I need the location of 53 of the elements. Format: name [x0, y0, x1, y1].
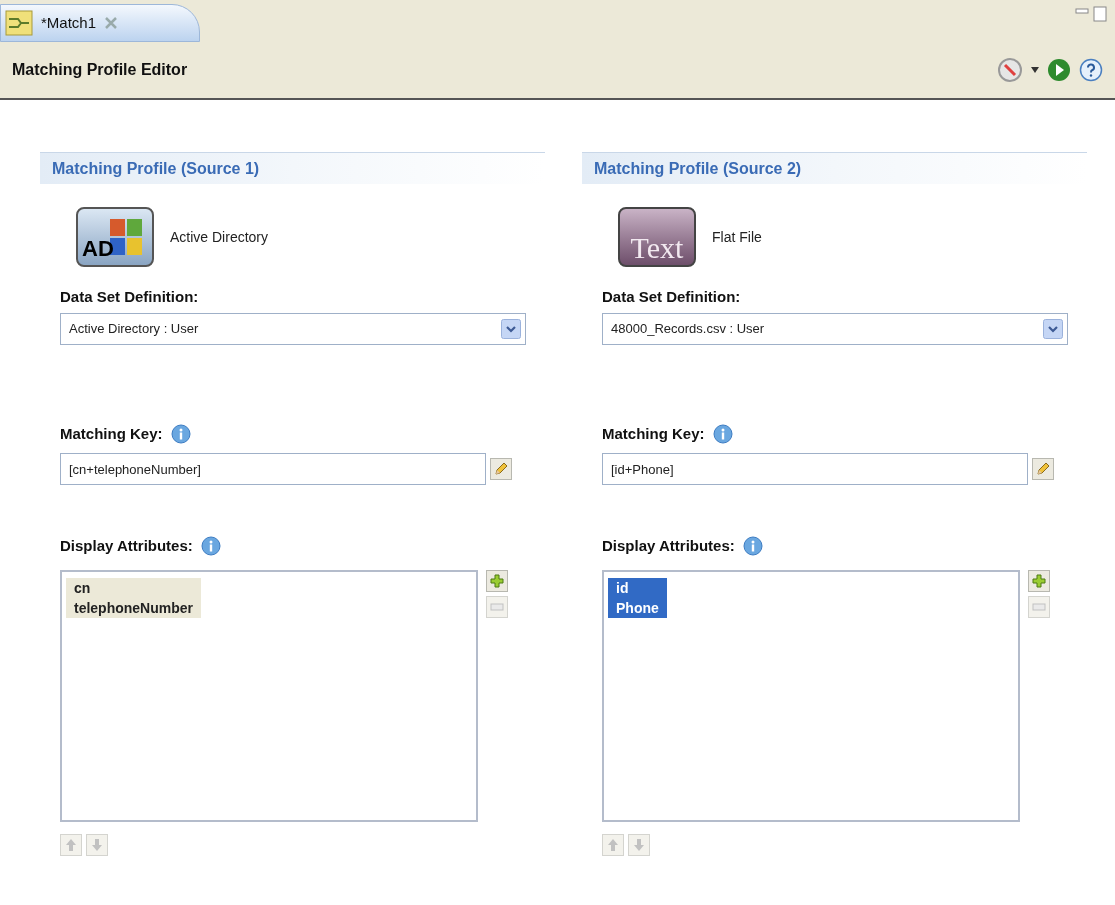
minus-icon — [490, 602, 504, 611]
dataset-dropdown[interactable]: Active Directory : User — [60, 312, 526, 345]
add-button[interactable] — [1028, 569, 1050, 592]
tab-title: *Match1 — [41, 12, 97, 33]
edit-button[interactable] — [1032, 458, 1054, 480]
attribute-item[interactable]: telephoneNumber — [66, 597, 201, 618]
matching-key-field[interactable]: [cn+telephoneNumber] — [60, 453, 486, 485]
attribute-item[interactable]: Phone — [608, 597, 667, 618]
source-name: Active Directory — [170, 227, 269, 247]
dataset-dropdown[interactable]: 48000_Records.csv : User — [602, 312, 1068, 345]
info-icon[interactable] — [742, 536, 763, 557]
editor-tab[interactable]: *Match1 — [0, 4, 200, 42]
editor-title: Matching Profile Editor — [12, 60, 188, 80]
info-icon[interactable] — [170, 423, 191, 444]
logo-text: Text — [630, 231, 684, 265]
source-name: Flat File — [712, 227, 762, 247]
close-icon[interactable] — [104, 16, 119, 30]
move-up-button[interactable] — [602, 833, 624, 856]
field-label: Display Attributes: — [602, 536, 735, 556]
move-down-button[interactable] — [628, 833, 650, 856]
field-label: Data Set Definition: — [60, 287, 200, 307]
up-arrow-icon — [65, 837, 77, 852]
attribute-item[interactable]: id — [608, 577, 667, 598]
run-icon[interactable] — [1047, 58, 1071, 82]
logo-text: AD — [82, 235, 114, 263]
up-arrow-icon — [607, 837, 619, 852]
plus-icon — [490, 573, 504, 588]
minimize-icon[interactable] — [1075, 6, 1089, 16]
field-label: Display Attributes: — [60, 536, 193, 556]
move-up-button[interactable] — [60, 833, 82, 856]
info-icon[interactable] — [200, 536, 221, 557]
attribute-item[interactable]: cn — [66, 577, 201, 598]
add-button[interactable] — [486, 569, 508, 592]
field-label: Matching Key: — [602, 423, 705, 444]
caret-icon[interactable] — [1031, 67, 1039, 73]
gauge-icon[interactable] — [997, 57, 1023, 83]
help-icon[interactable] — [1079, 58, 1103, 82]
match-icon — [5, 10, 33, 36]
down-arrow-icon — [91, 837, 103, 852]
field-label: Matching Key: — [60, 423, 163, 444]
section-header: Matching Profile (Source 1) — [40, 152, 545, 184]
matching-key-field[interactable]: [id+Phone] — [602, 453, 1028, 485]
section-header: Matching Profile (Source 2) — [582, 152, 1087, 184]
field-label: Data Set Definition: — [602, 287, 742, 307]
down-arrow-icon — [633, 837, 645, 852]
plus-icon — [1032, 573, 1046, 588]
minus-icon — [1032, 602, 1046, 611]
pencil-icon — [493, 461, 509, 477]
move-down-button[interactable] — [86, 833, 108, 856]
pencil-icon — [1035, 461, 1051, 477]
maximize-icon[interactable] — [1093, 6, 1107, 22]
edit-button[interactable] — [490, 458, 512, 480]
info-icon[interactable] — [712, 423, 733, 444]
